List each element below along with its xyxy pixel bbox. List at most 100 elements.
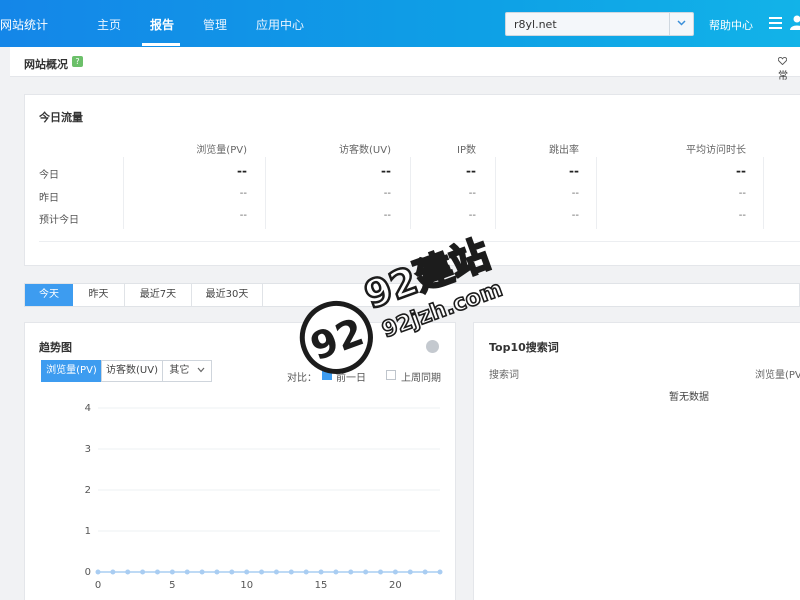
data-point [229,569,235,575]
cell-yday-bounce: -- [571,188,579,199]
data-point [273,569,279,575]
compare-label: 对比： [287,373,317,384]
cell-today-ip: -- [466,164,476,178]
trend-title: 趋势图 [39,341,72,354]
data-point [437,569,443,575]
metric-other-label: 其它 [169,365,190,376]
brand-title[interactable]: 网站统计 [0,16,48,33]
top10-search-card: Top10搜索词 搜索词 浏览量(PV) 暂无数据 [473,322,800,600]
data-point [110,569,116,575]
empty-state: 暂无数据 [669,392,709,403]
data-point [199,569,205,575]
heart-icon [777,56,788,66]
cell-today-avg: -- [736,164,746,178]
nav-active-indicator [142,43,180,46]
tab-today[interactable]: 今天 [25,284,73,306]
site-select[interactable]: r8yl.net [505,12,694,36]
trend-card: 趋势图 浏览量(PV) 访客数(UV) 其它 对比： 前一日 上周同期 0 1 2 3… [24,322,456,600]
row-label-yesterday: 昨日 [39,193,59,204]
cell-yday-ip: -- [468,188,476,199]
col-ip: IP数 [457,145,476,156]
compare-last-week-checkbox[interactable] [386,370,396,380]
nav-manage[interactable]: 管理 [203,16,227,33]
nav-reports[interactable]: 报告 [150,16,174,33]
data-point [333,569,339,575]
today-traffic-card: 今日流量 浏览量(PV) 访客数(UV) IP数 跳出率 平均访问时长 今日 昨… [24,94,800,266]
x-tick-label: 10 [240,580,253,591]
col-search-term: 搜索词 [489,370,519,381]
data-point [422,569,428,575]
data-point [378,569,384,575]
data-point [303,569,309,575]
tab-last-30-days[interactable]: 最近30天 [192,284,263,306]
compare-last-week-label: 上周同期 [401,373,441,384]
favorite-label: 常 [778,71,788,82]
cell-yday-uv: -- [383,188,391,199]
col-pv: 浏览量(PV) [196,145,247,156]
row-label-forecast: 预计今日 [39,215,79,226]
cell-forecast-avg: -- [738,210,746,221]
user-icon[interactable] [790,14,800,30]
help-center-link[interactable]: 帮助中心 [709,17,753,33]
data-point [95,569,101,575]
metric-uv-button[interactable]: 访客数(UV) [101,360,163,382]
nav-app-center[interactable]: 应用中心 [256,16,304,33]
data-point [125,569,131,575]
nav-home[interactable]: 主页 [97,16,121,33]
cell-yday-avg: -- [738,188,746,199]
top10-title: Top10搜索词 [489,341,559,354]
tab-yesterday[interactable]: 昨天 [73,284,125,306]
cell-today-pv: -- [237,164,247,178]
data-point [184,569,190,575]
x-tick-label: 0 [95,580,101,591]
y-tick-label: 2 [85,485,91,496]
page-title: 网站概况 [24,58,68,71]
data-point [214,569,220,575]
top-nav-bar: 网站统计 主页 报告 管理 应用中心 r8yl.net 帮助中心 [0,0,800,47]
favorite-link[interactable]: 常 [777,56,800,82]
y-tick-label: 1 [85,526,91,537]
chevron-right-icon[interactable] [426,340,439,353]
cell-forecast-ip: -- [468,210,476,221]
cell-yday-pv: -- [239,188,247,199]
cell-today-uv: -- [381,164,391,178]
x-tick-label: 20 [389,580,402,591]
site-select-value: r8yl.net [514,18,557,31]
metric-pv-button[interactable]: 浏览量(PV) [41,360,102,382]
data-point [348,569,354,575]
page-subheader: 网站概况 ? 常 [10,47,800,82]
traffic-title: 今日流量 [39,111,83,124]
data-point [407,569,413,575]
compare-prev-day-label: 前一日 [336,373,366,384]
y-tick-label: 3 [85,444,91,455]
col-bounce: 跳出率 [549,145,579,156]
help-badge-icon[interactable]: ? [72,56,83,67]
tab-last-7-days[interactable]: 最近7天 [125,284,192,306]
menu-icon[interactable] [769,17,782,29]
data-point [140,569,146,575]
cell-forecast-uv: -- [383,210,391,221]
col-search-pv: 浏览量(PV) [755,370,800,381]
data-point [392,569,398,575]
col-avg-time: 平均访问时长 [686,145,746,156]
data-point [169,569,175,575]
cell-forecast-bounce: -- [571,210,579,221]
data-point [363,569,369,575]
data-point [318,569,324,575]
cell-today-bounce: -- [569,164,579,178]
date-range-tabs: 今天 昨天 最近7天 最近30天 [24,283,800,307]
chevron-down-icon[interactable] [669,13,693,35]
data-point [288,569,294,575]
data-point [154,569,160,575]
chevron-down-icon [197,367,205,373]
x-tick-label: 5 [169,580,175,591]
y-tick-label: 4 [85,403,91,414]
y-tick-label: 0 [85,567,91,578]
trend-chart: 0 1 2 3 4 0 5 10 15 20 [85,403,443,591]
metric-other-dropdown[interactable]: 其它 [162,360,212,382]
compare-prev-day-checkbox[interactable] [322,370,332,380]
col-uv: 访客数(UV) [339,145,391,156]
x-tick-label: 15 [315,580,328,591]
cell-forecast-pv: -- [239,210,247,221]
data-point [244,569,250,575]
